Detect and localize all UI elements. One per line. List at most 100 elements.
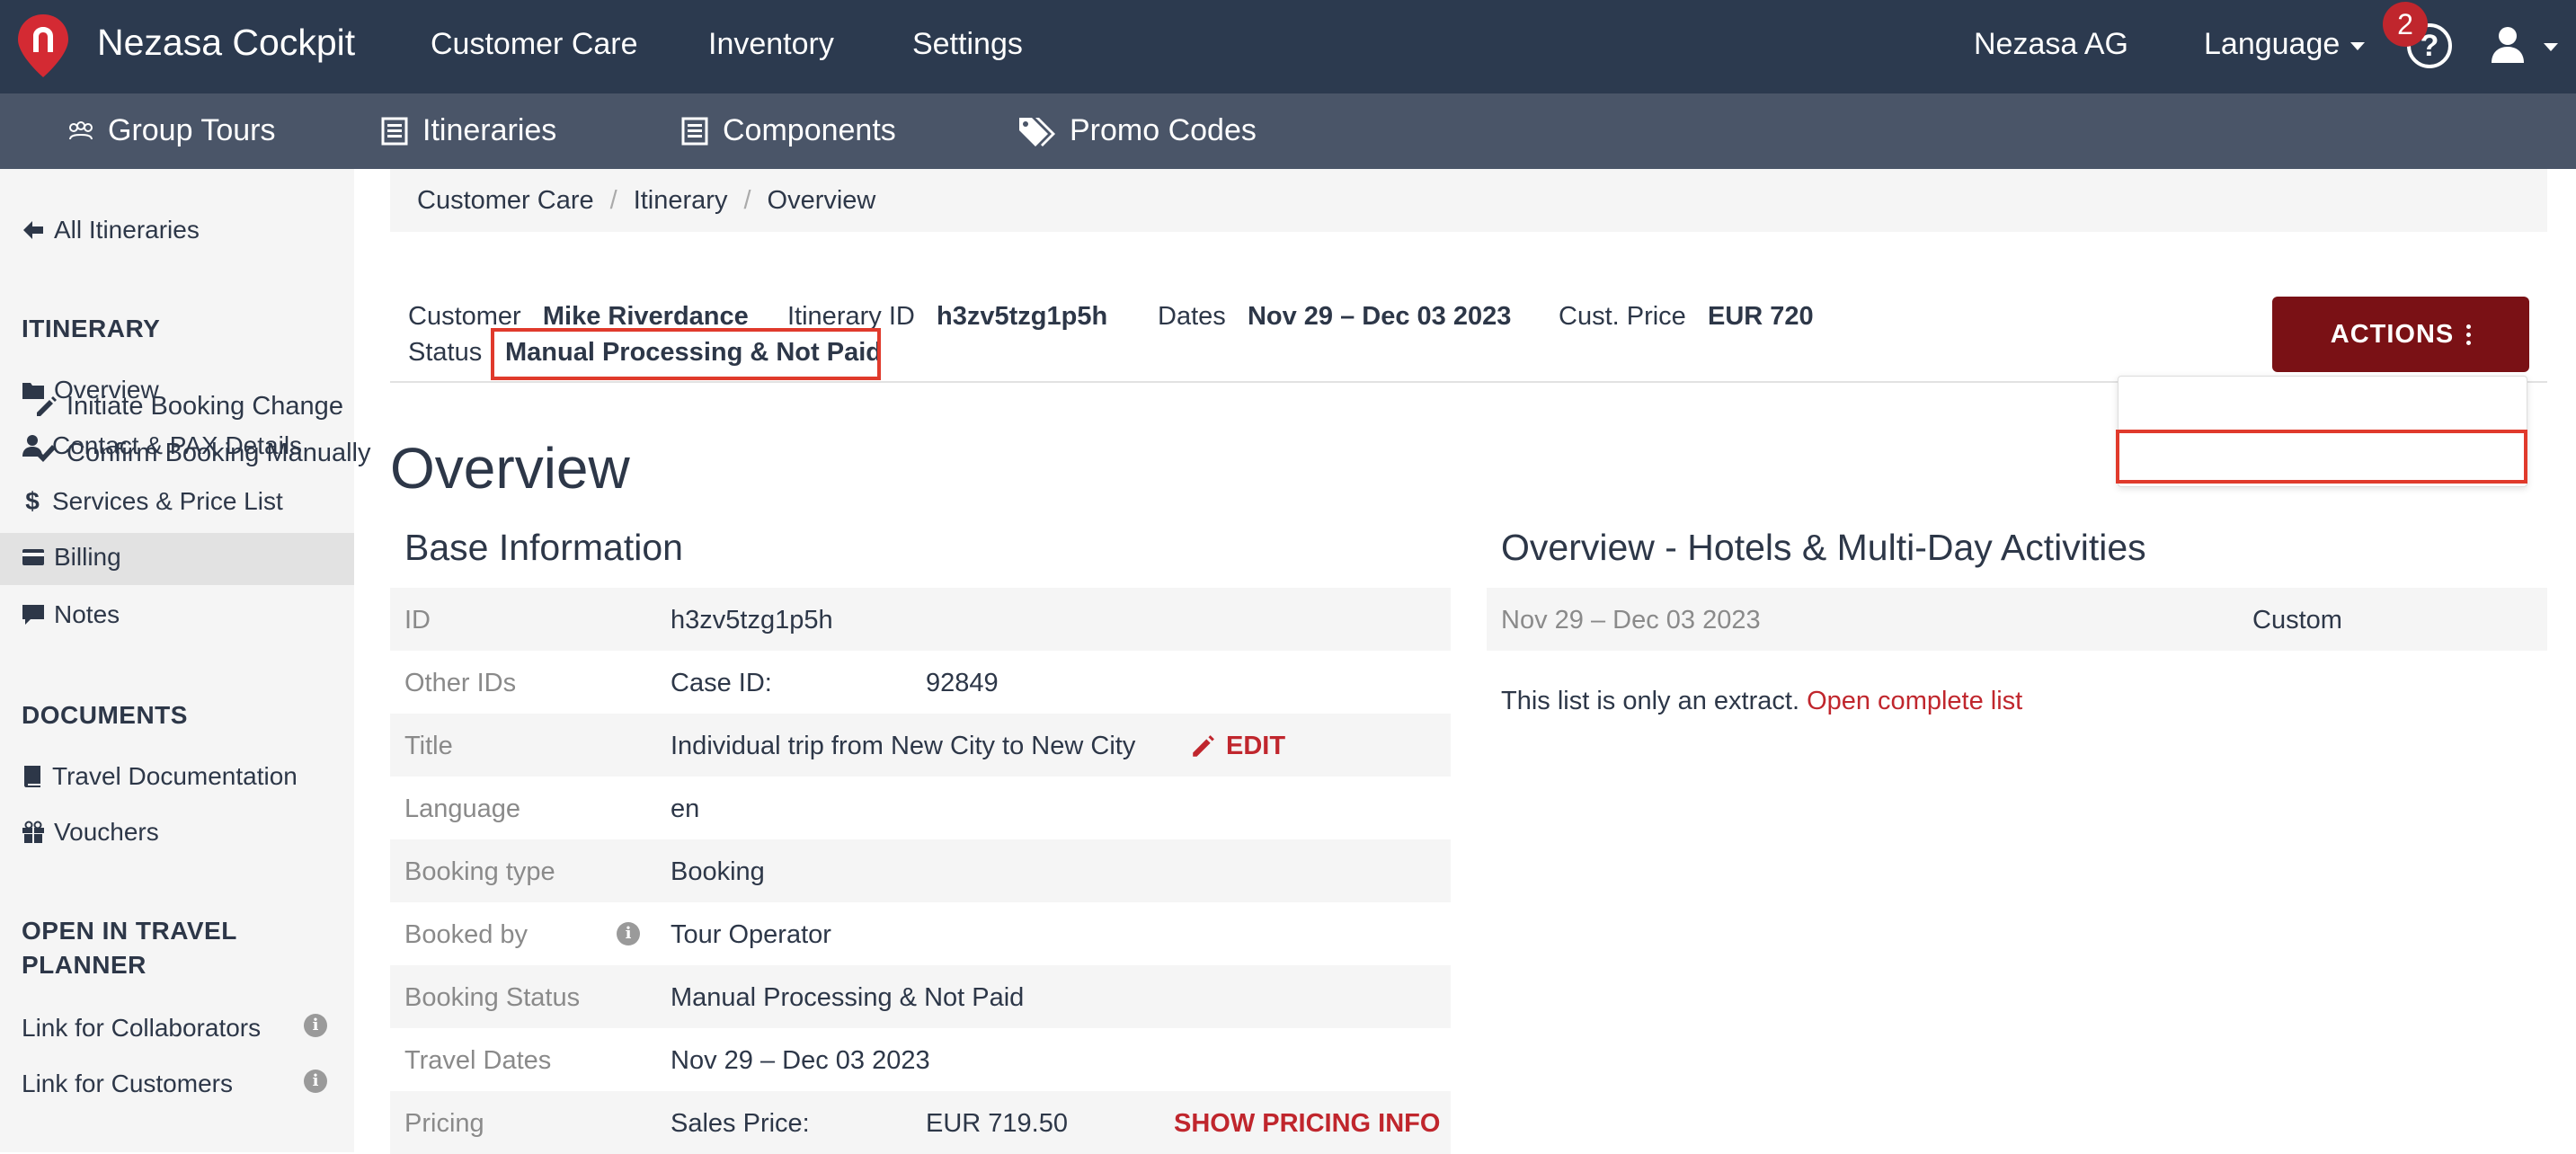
itinerary-id-label: Itinerary ID: [787, 302, 915, 331]
menu-item-label: Initiate Booking Change: [67, 392, 343, 421]
row-label: ID: [404, 606, 431, 635]
language-dropdown[interactable]: Language: [2204, 27, 2366, 62]
table-row-title: Title Individual trip from New City to N…: [390, 714, 1451, 777]
comment-icon: [22, 605, 44, 625]
page-title: Overview: [390, 436, 630, 501]
hotels-section-title: Overview - Hotels & Multi-Day Activities: [1501, 527, 2146, 568]
top-navbar: Nezasa Cockpit Customer Care Inventory S…: [0, 0, 2576, 93]
pencil-icon: [1193, 734, 1214, 757]
info-icon[interactable]: i: [617, 922, 640, 945]
nav-customer-care[interactable]: Customer Care: [431, 27, 638, 62]
row-label: Language: [404, 794, 521, 823]
subnav-group-tours[interactable]: Group Tours: [68, 113, 275, 148]
sidebar-heading-open-planner-2: PLANNER: [22, 951, 147, 979]
sidebar-item-billing[interactable]: Billing: [22, 543, 121, 572]
sidebar-item-notes[interactable]: Notes: [22, 600, 120, 629]
sidebar-item-vouchers[interactable]: Vouchers: [22, 818, 159, 847]
tags-icon: [1019, 117, 1055, 146]
dates-value: Nov 29 – Dec 03 2023: [1247, 302, 1512, 331]
hotel-type: Custom: [2252, 606, 2342, 635]
open-complete-list-link[interactable]: Open complete list: [1807, 687, 2022, 715]
subnav-itineraries[interactable]: Itineraries: [381, 113, 556, 148]
sidebar-item-travel-documentation[interactable]: Travel Documentation: [22, 762, 298, 791]
subnav-components[interactable]: Components: [681, 113, 896, 148]
user-icon[interactable]: [2490, 25, 2526, 65]
breadcrumb-separator: /: [743, 185, 751, 215]
table-row-booked-by: Booked by i Tour Operator: [390, 902, 1451, 965]
chevron-down-icon[interactable]: [2544, 43, 2558, 51]
price-field: Cust. Price EUR 720: [1559, 302, 1814, 332]
dollar-icon: $: [25, 487, 40, 515]
sidebar-item-label: Vouchers: [54, 818, 159, 846]
breadcrumb-customer-care[interactable]: Customer Care: [417, 186, 594, 216]
itinerary-id-value: h3zv5tzg1p5h: [937, 302, 1108, 331]
edit-title-button[interactable]: EDIT: [1190, 732, 1285, 761]
row-label: Other IDs: [404, 669, 517, 697]
case-id-value: 92849: [926, 669, 999, 697]
row-label: Booked by: [404, 920, 529, 949]
status-label: Status: [408, 338, 483, 367]
kebab-menu-icon: [2466, 324, 2472, 345]
actions-label: ACTIONS: [2330, 319, 2455, 349]
company-switcher[interactable]: Nezasa AG: [1974, 27, 2128, 62]
chevron-down-icon: [2350, 41, 2366, 50]
hotel-dates: Nov 29 – Dec 03 2023: [1501, 606, 1761, 635]
language-label: Language: [2204, 27, 2341, 61]
price-label: Cust. Price: [1559, 302, 1686, 331]
row-value: Individual trip from New City to New Cit…: [671, 732, 1136, 760]
notification-badge[interactable]: 2: [2383, 2, 2428, 47]
customer-label: Customer: [408, 302, 521, 331]
row-label: Travel Dates: [404, 1046, 552, 1075]
actions-button[interactable]: ACTIONS: [2272, 297, 2529, 372]
row-label: Pricing: [404, 1109, 484, 1138]
book-icon: [24, 766, 40, 787]
back-to-all-itineraries[interactable]: All Itineraries: [22, 216, 200, 244]
row-value: Nov 29 – Dec 03 2023: [671, 1046, 930, 1075]
subnav-label: Group Tours: [108, 113, 276, 147]
menu-item-label: Confirm Booking Manually: [67, 439, 371, 467]
show-pricing-info-button[interactable]: SHOW PRICING INFO: [1174, 1109, 1440, 1139]
row-label: Title: [404, 732, 453, 760]
breadcrumb-itinerary[interactable]: Itinerary: [634, 186, 728, 216]
sidebar-item-label: Link for Collaborators: [22, 1014, 262, 1042]
sidebar-heading-documents: DOCUMENTS: [22, 701, 188, 729]
checkmark-icon: [36, 444, 56, 462]
sidebar-item-label: Travel Documentation: [52, 762, 298, 790]
row-value: Tour Operator: [671, 920, 831, 949]
nav-inventory[interactable]: Inventory: [708, 27, 834, 62]
row-value: Case ID:: [671, 669, 772, 697]
row-value: h3zv5tzg1p5h: [671, 606, 833, 635]
sales-price-value: EUR 719.50: [926, 1109, 1068, 1138]
sidebar-item-services-price[interactable]: $ Services & Price List: [22, 487, 283, 516]
extract-note: This list is only an extract. Open compl…: [1501, 687, 2022, 716]
edit-label: EDIT: [1226, 732, 1286, 760]
app-title[interactable]: Nezasa Cockpit: [97, 22, 355, 64]
dates-field: Dates Nov 29 – Dec 03 2023: [1158, 302, 1511, 332]
confirm-highlight-box: [2116, 430, 2527, 484]
sidebar-item-link-customers[interactable]: Link for Customers: [22, 1070, 233, 1098]
table-row-booking-type: Booking type Booking: [390, 839, 1451, 902]
row-value: Booking: [671, 857, 765, 886]
subnav-promo-codes[interactable]: Promo Codes: [1017, 113, 1257, 148]
info-icon[interactable]: i: [304, 1070, 327, 1093]
sidebar-item-link-collaborators[interactable]: Link for Collaborators: [22, 1014, 261, 1043]
subnav-label: Components: [723, 113, 896, 147]
secondary-navbar: Group Tours Itineraries Components Promo…: [0, 93, 2576, 169]
customer-value: Mike Riverdance: [542, 302, 749, 331]
table-row-booking-status: Booking Status Manual Processing & Not P…: [390, 965, 1451, 1028]
extract-text: This list is only an extract.: [1501, 687, 1799, 715]
row-value: en: [671, 794, 700, 823]
breadcrumb: Customer Care / Itinerary / Overview: [390, 169, 2547, 232]
sidebar-item-label: Billing: [54, 543, 121, 571]
nezasa-logo-icon[interactable]: [16, 13, 70, 79]
table-row-pricing: Pricing Sales Price: EUR 719.50 SHOW PRI…: [390, 1091, 1451, 1154]
row-value: Sales Price:: [671, 1109, 810, 1138]
menu-item-initiate-booking-change[interactable]: Initiate Booking Change: [34, 392, 343, 422]
menu-item-confirm-booking-manually[interactable]: Confirm Booking Manually: [34, 439, 370, 468]
row-label: Booking Status: [404, 983, 581, 1012]
table-row-language: Language en: [390, 777, 1451, 839]
base-information-title: Base Information: [404, 527, 683, 568]
nav-settings[interactable]: Settings: [912, 27, 1023, 62]
table-row-other-ids: Other IDs Case ID: 92849: [390, 651, 1451, 714]
info-icon[interactable]: i: [304, 1014, 327, 1037]
